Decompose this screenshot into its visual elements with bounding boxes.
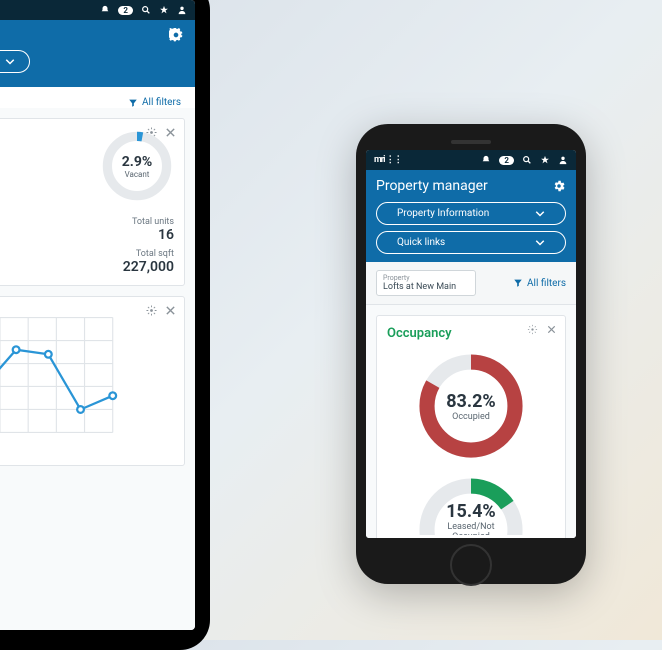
gear-icon[interactable] (169, 28, 183, 42)
stat-value: 16 (10, 227, 174, 243)
dropdown-label: Quick links (397, 237, 445, 248)
phone-screen: mri ⋮⋮ 2 Property manager Property Infor… (366, 150, 576, 538)
home-button[interactable] (450, 544, 492, 586)
stat-label: Total sqft (10, 249, 174, 259)
app-logo: mri ⋮⋮ (374, 155, 402, 165)
property-info-dropdown[interactable]: Property Information (376, 202, 566, 225)
donut-pct: 83.2% (446, 391, 496, 412)
user-icon (558, 155, 568, 165)
quick-links-dropdown[interactable]: Quick links (0, 50, 30, 73)
occupancy-card: /Noted 2.9% Vacant Vaca (0, 118, 185, 286)
donut-occupied: 83.2% Occupied (416, 351, 526, 461)
donut-vacant: 2.9% Vacant (100, 129, 174, 203)
quick-links-dropdown[interactable]: Quick links (376, 231, 566, 254)
close-icon[interactable] (165, 305, 176, 316)
filter-icon (513, 278, 523, 288)
chevron-down-icon (535, 211, 545, 217)
line-chart (0, 307, 174, 437)
filters-label: All filters (527, 278, 566, 289)
chip-label: Property (383, 274, 469, 282)
stat-value: 227,000 (10, 259, 174, 275)
chevron-down-icon (535, 240, 545, 246)
notif-badge: 2 (118, 6, 133, 15)
donut-label: Leased/NotOccupied (446, 522, 496, 535)
bell-icon (481, 155, 491, 165)
star-icon (540, 155, 550, 165)
tablet-frame: 2 ty Information Quick links (0, 0, 210, 650)
donut-leased: 15.4% Leased/NotOccupied (416, 475, 526, 535)
dropdown-label: Property Information (397, 208, 489, 219)
page-title: Property manager (376, 178, 488, 194)
user-icon (177, 5, 187, 15)
notif-badge: 2 (499, 156, 514, 165)
app-header: ty Information Quick links (0, 20, 195, 87)
gear-icon[interactable] (146, 305, 157, 316)
status-bar: 2 (0, 0, 195, 20)
filters-label: All filters (142, 97, 181, 108)
phone-speaker (451, 140, 491, 144)
phone-frame: mri ⋮⋮ 2 Property manager Property Infor… (356, 124, 586, 584)
gear-icon[interactable] (552, 179, 566, 193)
occupancy-card: Occupancy 83.2% Occupied (376, 315, 566, 538)
search-icon (141, 5, 151, 15)
chevron-down-icon (5, 59, 15, 65)
close-icon[interactable] (546, 324, 557, 335)
app-header: Property manager Property Information Qu… (366, 170, 576, 262)
stat-label: Total units (10, 217, 174, 227)
sub-bar: Property Lofts at New Main All filters (366, 262, 576, 305)
donut-label: Occupied (446, 412, 496, 422)
trend-card (0, 296, 185, 466)
search-icon (522, 155, 532, 165)
stats-grid: Vacant9 Total units16 Vacant sqft47,000 … (0, 217, 174, 275)
status-bar: mri ⋮⋮ 2 (366, 150, 576, 170)
bell-icon (100, 5, 110, 15)
filter-icon (128, 98, 138, 108)
gear-icon[interactable] (527, 324, 538, 335)
donut-pct: 15.4% (446, 501, 496, 522)
tablet-screen: 2 ty Information Quick links (0, 0, 195, 630)
chip-value: Lofts at New Main (383, 282, 469, 292)
all-filters-button[interactable]: All filters (513, 278, 566, 289)
donut-label: Vacant (122, 170, 152, 179)
all-filters-button[interactable]: All filters (128, 97, 181, 108)
star-icon (159, 5, 169, 15)
donut-pct: 2.9% (122, 154, 152, 170)
content-area: Occupancy 83.2% Occupied (366, 305, 576, 538)
property-chip[interactable]: Property Lofts at New Main (376, 270, 476, 296)
